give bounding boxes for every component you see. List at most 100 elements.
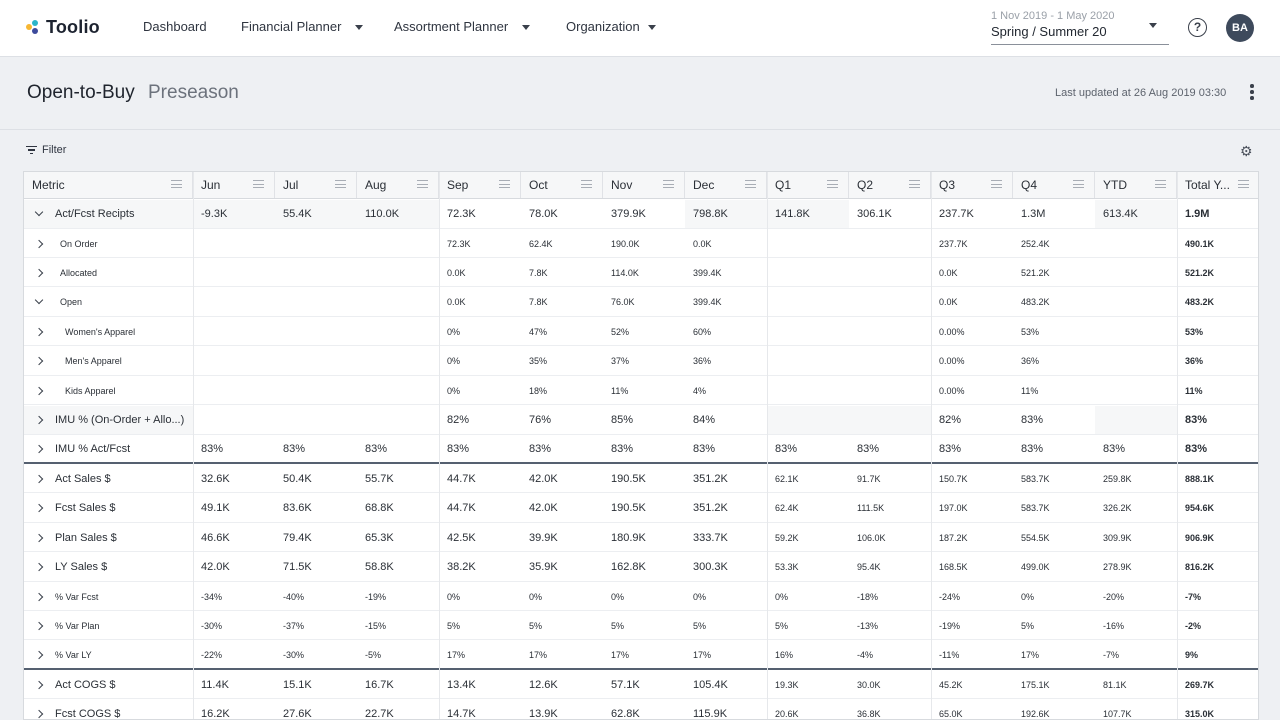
value-cell-total-y[interactable]: -2% [1177, 612, 1258, 639]
value-cell-jul[interactable]: 55.4K [275, 200, 357, 228]
column-menu-icon[interactable] [827, 180, 838, 188]
value-cell-q1[interactable]: 59.2K [767, 524, 849, 551]
value-cell-q2[interactable]: -4% [849, 641, 931, 668]
value-cell-q1[interactable]: 5% [767, 612, 849, 639]
value-cell-q3[interactable]: 150.7K [931, 465, 1013, 492]
value-cell-aug[interactable] [357, 318, 439, 345]
value-cell-nov[interactable]: 190.5K [603, 465, 685, 492]
value-cell-sep[interactable]: 44.7K [439, 494, 521, 522]
collapse-chevron-icon[interactable] [35, 298, 43, 306]
value-cell-q3[interactable]: 83% [931, 436, 1013, 462]
expand-chevron-icon[interactable] [35, 269, 43, 277]
value-cell-q3[interactable]: 0.0K [931, 288, 1013, 316]
value-cell-sep[interactable]: 13.4K [439, 671, 521, 698]
value-cell-dec[interactable]: 17% [685, 641, 767, 668]
nav-organization[interactable]: Organization [566, 19, 656, 34]
value-cell-oct[interactable]: 35% [521, 347, 603, 375]
value-cell-q2[interactable]: 306.1K [849, 200, 931, 228]
value-cell-q2[interactable] [849, 288, 931, 316]
column-menu-icon[interactable] [1238, 180, 1249, 188]
nav-financial-planner[interactable]: Financial Planner [241, 19, 364, 34]
value-cell-q1[interactable] [767, 377, 849, 404]
value-cell-oct[interactable]: 62.4K [521, 230, 603, 257]
column-menu-icon[interactable] [1155, 180, 1166, 188]
value-cell-jun[interactable]: -22% [193, 641, 275, 668]
value-cell-q4[interactable]: 483.2K [1013, 288, 1095, 316]
expand-chevron-icon[interactable] [35, 504, 43, 512]
value-cell-jul[interactable] [275, 259, 357, 286]
value-cell-ytd[interactable]: 613.4K [1095, 200, 1177, 228]
value-cell-aug[interactable]: 65.3K [357, 524, 439, 551]
value-cell-jul[interactable]: -40% [275, 583, 357, 610]
expand-chevron-icon[interactable] [35, 328, 43, 336]
value-cell-aug[interactable]: 110.0K [357, 200, 439, 228]
value-cell-dec[interactable]: 83% [685, 436, 767, 462]
value-cell-q1[interactable]: 83% [767, 436, 849, 462]
value-cell-total-y[interactable]: 315.0K [1177, 700, 1258, 719]
value-cell-q4[interactable]: 583.7K [1013, 494, 1095, 522]
value-cell-ytd[interactable] [1095, 318, 1177, 345]
value-cell-jul[interactable]: 83% [275, 436, 357, 462]
value-cell-oct[interactable]: 42.0K [521, 494, 603, 522]
value-cell-nov[interactable]: 114.0K [603, 259, 685, 286]
value-cell-dec[interactable]: 36% [685, 347, 767, 375]
value-cell-q3[interactable]: 0.00% [931, 377, 1013, 404]
value-cell-nov[interactable]: 379.9K [603, 200, 685, 228]
value-cell-aug[interactable] [357, 259, 439, 286]
value-cell-q1[interactable] [767, 347, 849, 375]
value-cell-q2[interactable] [849, 230, 931, 257]
value-cell-q3[interactable]: 237.7K [931, 230, 1013, 257]
column-menu-icon[interactable] [253, 180, 264, 188]
value-cell-q3[interactable]: 0.00% [931, 347, 1013, 375]
value-cell-jun[interactable] [193, 259, 275, 286]
value-cell-q3[interactable]: -19% [931, 612, 1013, 639]
value-cell-jun[interactable]: 32.6K [193, 465, 275, 492]
value-cell-dec[interactable]: 0.0K [685, 230, 767, 257]
value-cell-jun[interactable]: 46.6K [193, 524, 275, 551]
value-cell-q3[interactable]: 65.0K [931, 700, 1013, 719]
column-menu-icon[interactable] [417, 180, 428, 188]
value-cell-q1[interactable] [767, 288, 849, 316]
column-header-jul[interactable]: Jul [275, 172, 357, 198]
column-menu-icon[interactable] [581, 180, 592, 188]
value-cell-oct[interactable]: 83% [521, 436, 603, 462]
value-cell-jul[interactable] [275, 318, 357, 345]
value-cell-aug[interactable]: 68.8K [357, 494, 439, 522]
value-cell-dec[interactable]: 300.3K [685, 553, 767, 581]
expand-chevron-icon[interactable] [35, 622, 43, 630]
value-cell-sep[interactable]: 42.5K [439, 524, 521, 551]
column-header-metric[interactable]: Metric [24, 172, 193, 198]
value-cell-total-y[interactable]: -7% [1177, 583, 1258, 610]
value-cell-q3[interactable]: -24% [931, 583, 1013, 610]
value-cell-jun[interactable]: 83% [193, 436, 275, 462]
value-cell-sep[interactable]: 83% [439, 436, 521, 462]
value-cell-q4[interactable]: 11% [1013, 377, 1095, 404]
value-cell-sep[interactable]: 44.7K [439, 465, 521, 492]
value-cell-q4[interactable]: 252.4K [1013, 230, 1095, 257]
value-cell-ytd[interactable]: -7% [1095, 641, 1177, 668]
value-cell-nov[interactable]: 62.8K [603, 700, 685, 719]
value-cell-dec[interactable]: 798.8K [685, 200, 767, 228]
value-cell-q4[interactable]: 36% [1013, 347, 1095, 375]
value-cell-oct[interactable]: 5% [521, 612, 603, 639]
column-menu-icon[interactable] [499, 180, 510, 188]
expand-chevron-icon[interactable] [35, 563, 43, 571]
value-cell-q1[interactable] [767, 406, 849, 434]
value-cell-oct[interactable]: 35.9K [521, 553, 603, 581]
value-cell-oct[interactable]: 17% [521, 641, 603, 668]
column-menu-icon[interactable] [745, 180, 756, 188]
value-cell-aug[interactable]: 83% [357, 436, 439, 462]
column-header-oct[interactable]: Oct [521, 172, 603, 198]
value-cell-q4[interactable]: 521.2K [1013, 259, 1095, 286]
value-cell-aug[interactable]: 55.7K [357, 465, 439, 492]
value-cell-dec[interactable]: 0% [685, 583, 767, 610]
value-cell-ytd[interactable] [1095, 259, 1177, 286]
value-cell-q1[interactable]: 20.6K [767, 700, 849, 719]
value-cell-q2[interactable]: 30.0K [849, 671, 931, 698]
value-cell-jul[interactable] [275, 288, 357, 316]
value-cell-ytd[interactable] [1095, 406, 1177, 434]
value-cell-total-y[interactable]: 83% [1177, 406, 1258, 434]
value-cell-q4[interactable]: 0% [1013, 583, 1095, 610]
value-cell-jun[interactable] [193, 288, 275, 316]
expand-chevron-icon[interactable] [35, 357, 43, 365]
